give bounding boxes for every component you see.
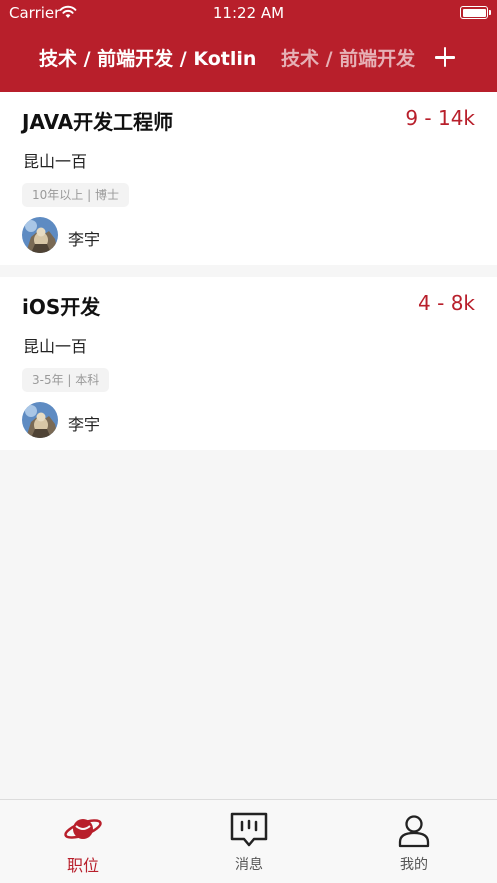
planet-icon xyxy=(63,812,103,848)
navigation-header: Carrier 11:22 AM 技术 / 前端开发 / Kotlin 技术 /… xyxy=(0,0,497,92)
status-time: 11:22 AM xyxy=(212,4,285,22)
recruiter-name: 李宇 xyxy=(68,230,101,249)
job-title: JAVA开发工程师 xyxy=(22,110,174,134)
company-name: 昆山一百 xyxy=(23,337,88,356)
bottom-tabbar: 职位 消息 我的 xyxy=(0,799,497,883)
tabbar-label: 职位 xyxy=(66,856,99,875)
job-card[interactable]: iOS开发 4 - 8k 昆山一百 3-5年 | 本科 李宇 xyxy=(0,277,497,450)
status-bar: Carrier 11:22 AM xyxy=(0,0,497,26)
company-name: 昆山一百 xyxy=(23,152,88,171)
tabbar-item-messages[interactable]: 消息 xyxy=(166,800,332,883)
job-title: iOS开发 xyxy=(22,295,101,319)
message-icon xyxy=(229,812,269,848)
job-salary: 9 - 14k xyxy=(405,106,475,130)
job-salary: 4 - 8k xyxy=(418,291,475,315)
battery-icon xyxy=(460,6,491,19)
avatar xyxy=(22,217,58,253)
job-card[interactable]: JAVA开发工程师 9 - 14k 昆山一百 10年以上 | 博士 李宇 xyxy=(0,92,497,265)
recruiter-name: 李宇 xyxy=(68,415,101,434)
requirements-badge: 10年以上 | 博士 xyxy=(22,183,129,207)
person-icon xyxy=(394,812,434,848)
tabbar-item-mine[interactable]: 我的 xyxy=(331,800,497,883)
avatar xyxy=(22,402,58,438)
tabbar-label: 我的 xyxy=(400,857,428,873)
tabbar-item-jobs[interactable]: 职位 xyxy=(0,800,166,883)
add-icon[interactable] xyxy=(433,45,457,69)
tabbar-label: 消息 xyxy=(235,857,263,873)
tab-kotlin[interactable]: 技术 / 前端开发 / Kotlin xyxy=(39,44,256,71)
tab-frontend[interactable]: 技术 / 前端开发 xyxy=(281,44,415,71)
requirements-badge: 3-5年 | 本科 xyxy=(22,368,110,392)
category-tabs: 技术 / 前端开发 / Kotlin 技术 / 前端开发 xyxy=(0,40,497,76)
